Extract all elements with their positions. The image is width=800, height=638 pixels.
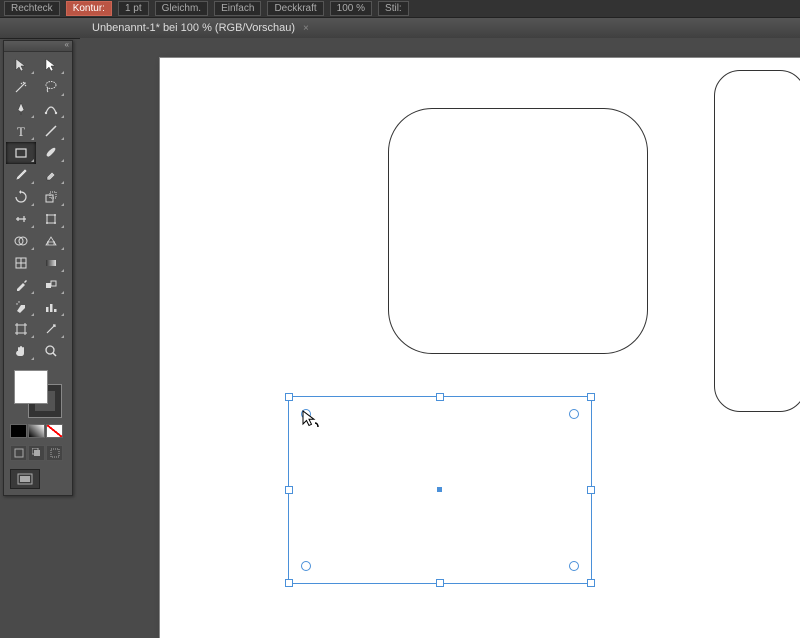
hand-tool-icon[interactable] bbox=[6, 340, 36, 362]
type-tool-icon[interactable]: T bbox=[6, 120, 36, 142]
draw-normal-icon[interactable] bbox=[10, 445, 27, 461]
gradient-icon[interactable] bbox=[28, 424, 45, 438]
screen-mode-icon[interactable] bbox=[10, 469, 40, 489]
shapebuilder-tool-icon[interactable] bbox=[6, 230, 36, 252]
fill-swatch[interactable] bbox=[14, 370, 48, 404]
draw-behind-icon[interactable] bbox=[28, 445, 45, 461]
symbol-sprayer-tool-icon[interactable] bbox=[6, 296, 36, 318]
corner-widget-bl[interactable] bbox=[301, 561, 311, 571]
line-tool-icon[interactable] bbox=[36, 120, 66, 142]
resize-handle-tl[interactable] bbox=[285, 393, 293, 401]
direct-selection-tool-icon[interactable] bbox=[36, 54, 66, 76]
resize-handle-ml[interactable] bbox=[285, 486, 293, 494]
tab-title: Unbenannt-1* bei 100 % (RGB/Vorschau) bbox=[92, 22, 295, 34]
mesh-tool-icon[interactable] bbox=[6, 252, 36, 274]
scale-tool-icon[interactable] bbox=[36, 186, 66, 208]
rectangle-tool-icon[interactable] bbox=[6, 142, 36, 164]
document-tab[interactable]: Unbenannt-1* bei 100 % (RGB/Vorschau) × bbox=[80, 19, 321, 37]
fill-stroke-swatch[interactable] bbox=[14, 370, 62, 418]
paintbrush-tool-icon[interactable] bbox=[36, 142, 66, 164]
canvas-area[interactable] bbox=[80, 38, 800, 600]
free-transform-tool-icon[interactable] bbox=[36, 208, 66, 230]
swatch-area bbox=[4, 364, 72, 495]
eyedropper-tool-icon[interactable] bbox=[6, 274, 36, 296]
corner-widget-tr[interactable] bbox=[569, 409, 579, 419]
width-tool-icon[interactable] bbox=[6, 208, 36, 230]
selected-rectangle[interactable] bbox=[288, 396, 592, 584]
resize-handle-tm[interactable] bbox=[436, 393, 444, 401]
opacity-value[interactable]: 100 % bbox=[330, 1, 372, 16]
resize-handle-br[interactable] bbox=[587, 579, 595, 587]
uniform-label[interactable]: Gleichm. bbox=[155, 1, 208, 16]
graph-tool-icon[interactable] bbox=[36, 296, 66, 318]
perspective-tool-icon[interactable] bbox=[36, 230, 66, 252]
gradient-tool-icon[interactable] bbox=[36, 252, 66, 274]
document-tabs: Unbenannt-1* bei 100 % (RGB/Vorschau) × bbox=[0, 18, 800, 39]
pen-tool-icon[interactable] bbox=[6, 98, 36, 120]
draw-mode-row bbox=[10, 445, 66, 461]
stroke-width[interactable]: 1 pt bbox=[118, 1, 149, 16]
lasso-tool-icon[interactable] bbox=[36, 76, 66, 98]
artboard-tool-icon[interactable] bbox=[6, 318, 36, 340]
solid-color-icon[interactable] bbox=[10, 424, 27, 438]
profile-label[interactable]: Einfach bbox=[214, 1, 261, 16]
eraser-tool-icon[interactable] bbox=[36, 164, 66, 186]
slice-tool-icon[interactable] bbox=[36, 318, 66, 340]
magic-wand-tool-icon[interactable] bbox=[6, 76, 36, 98]
zoom-tool-icon[interactable] bbox=[36, 340, 66, 362]
draw-inside-icon[interactable] bbox=[46, 445, 63, 461]
resize-handle-bm[interactable] bbox=[436, 579, 444, 587]
resize-handle-mr[interactable] bbox=[587, 486, 595, 494]
tools-grid: T bbox=[4, 52, 72, 364]
resize-handle-bl[interactable] bbox=[285, 579, 293, 587]
resize-handle-tr[interactable] bbox=[587, 393, 595, 401]
corner-widget-tl[interactable] bbox=[301, 409, 311, 419]
svg-text:T: T bbox=[17, 124, 25, 139]
kontur-label[interactable]: Kontur: bbox=[66, 1, 112, 16]
none-color-icon[interactable] bbox=[46, 424, 63, 438]
toolbox-header[interactable]: « bbox=[4, 41, 72, 52]
options-bar: Rechteck Kontur: 1 pt Gleichm. Einfach D… bbox=[0, 0, 800, 18]
shape-label: Rechteck bbox=[4, 1, 60, 16]
pencil-tool-icon[interactable] bbox=[6, 164, 36, 186]
selection-tool-icon[interactable] bbox=[6, 54, 36, 76]
blend-tool-icon[interactable] bbox=[36, 274, 66, 296]
collapse-icon[interactable]: « bbox=[65, 41, 69, 51]
artboard[interactable] bbox=[160, 58, 800, 638]
style-label: Stil: bbox=[378, 1, 409, 16]
opacity-label: Deckkraft bbox=[267, 1, 323, 16]
corner-widget-br[interactable] bbox=[569, 561, 579, 571]
close-icon[interactable]: × bbox=[303, 23, 309, 34]
curvature-tool-icon[interactable] bbox=[36, 98, 66, 120]
rotate-tool-icon[interactable] bbox=[6, 186, 36, 208]
toolbox: « T bbox=[3, 40, 73, 496]
rounded-rectangle-shape[interactable] bbox=[388, 108, 648, 354]
side-rounded-rectangle-shape[interactable] bbox=[714, 70, 800, 412]
color-mode-row bbox=[10, 424, 66, 438]
center-point[interactable] bbox=[437, 487, 442, 492]
